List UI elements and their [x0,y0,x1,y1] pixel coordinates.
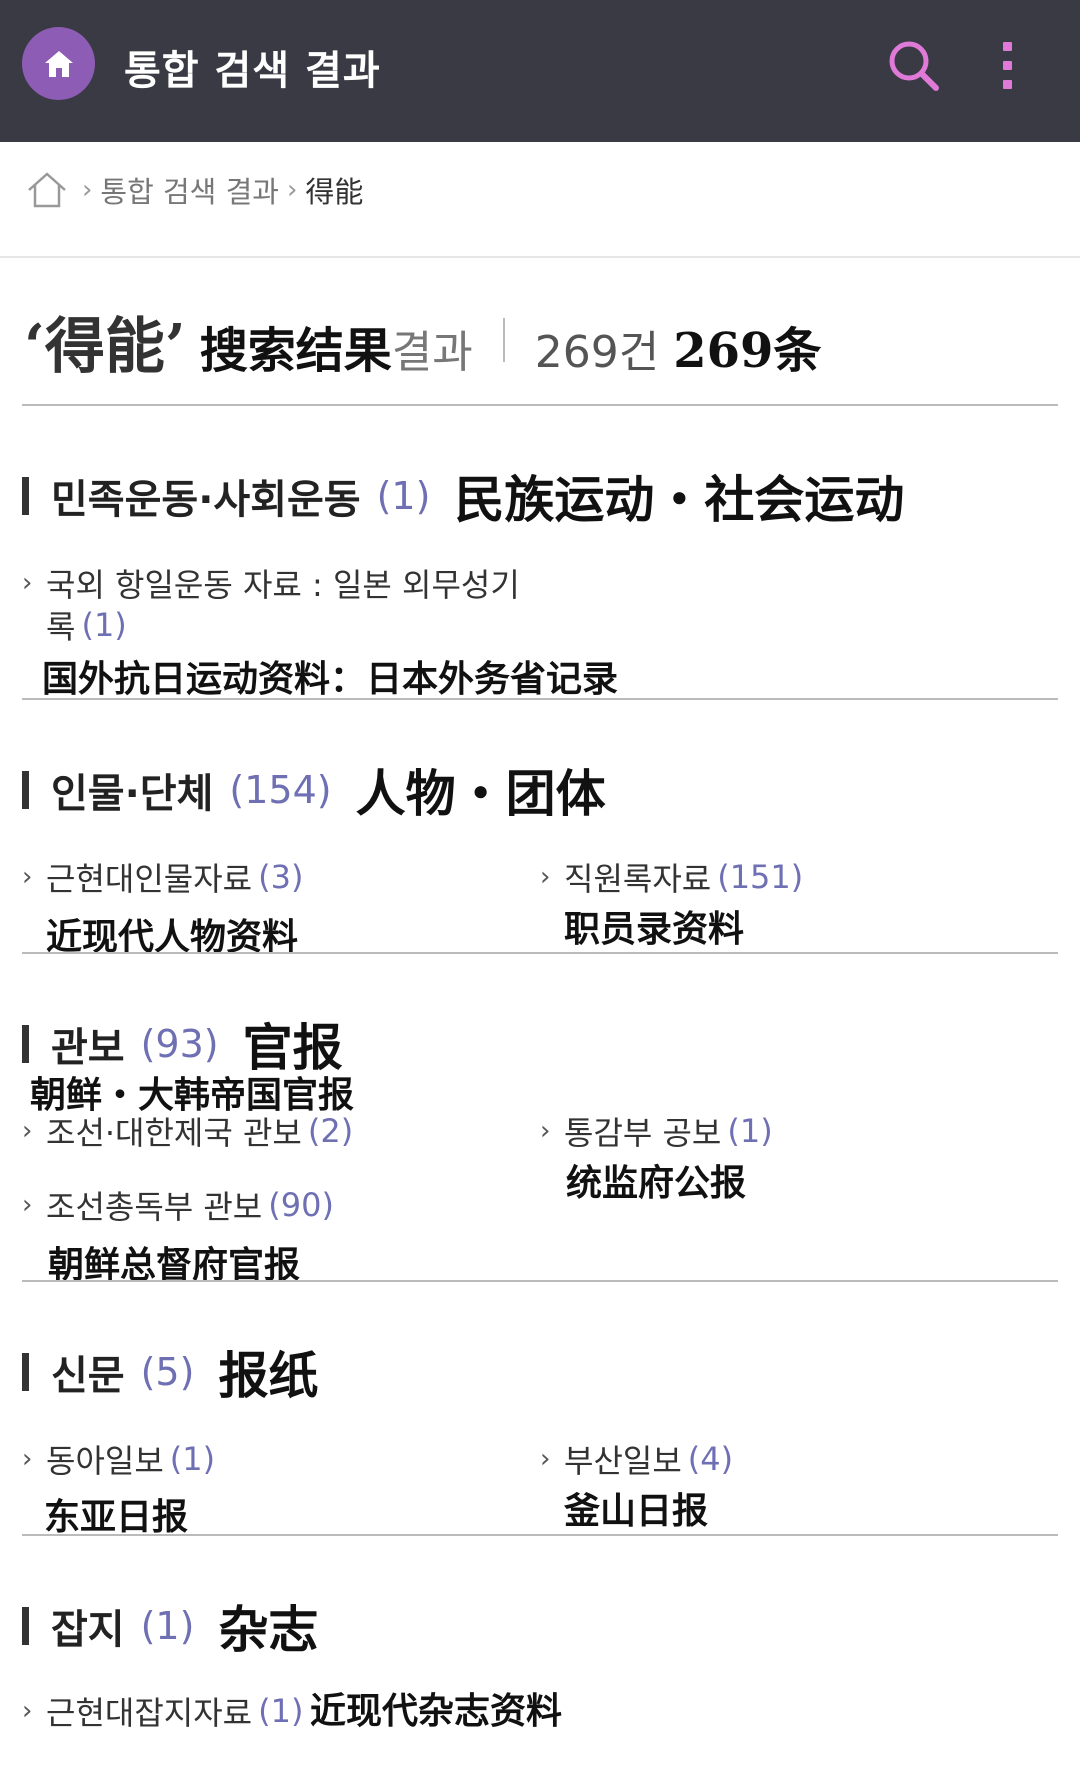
category-item-overseas-independence-cont[interactable]: 록 (1) [46,602,127,648]
home-icon [44,50,73,77]
divider [22,404,1058,406]
category-item-donga-ilbo[interactable]: › 동아일보 (1) [22,1436,215,1482]
item-label-cn: 职员录资料 [564,908,745,950]
result-label-cn: 搜索结果 [199,323,392,379]
chevron-right-icon: › [22,568,33,598]
section-title-kr: 관보 [51,1025,125,1071]
section-count: (1) [376,474,431,518]
item-count: (2) [307,1112,354,1150]
title-divider [502,318,505,362]
category-item-modern-magazines[interactable]: › 근현대잡지자료 (1) [22,1688,303,1734]
chevron-right-icon: › [82,175,93,205]
section-title-kr: 민족운동·사회운동 [51,477,361,523]
item-label: 근현대잡지자료 [46,1694,253,1732]
section-count: (1) [140,1604,195,1648]
section-header-national-movement: 민족운동·사회운동 (1) 民族运动・社会运动 [22,460,904,532]
section-header-magazine: 잡지 (1) 杂志 [22,1590,318,1662]
search-icon [889,41,939,91]
section-title-cn: 人物・团体 [355,764,606,823]
item-label: 조선·대한제국 관보 [46,1114,302,1152]
category-item-staff-roster[interactable]: › 직원록자료 (151) [540,854,803,900]
item-count: (1) [81,606,127,644]
more-vertical-icon [1003,42,1012,89]
more-menu-button[interactable] [995,36,1021,96]
result-count-kr: 269건 [534,327,660,378]
chevron-right-icon: › [22,1696,33,1726]
item-label: 동아일보 [46,1442,164,1480]
category-item-overseas-independence[interactable]: › 국외 항일운동 자료 : 일본 외무성기 [22,560,520,606]
section-bar [22,1025,29,1063]
section-title-cn: 民族运动・社会运动 [454,470,905,529]
item-count: (1) [169,1440,216,1478]
divider [22,952,1058,954]
section-bar [22,1353,29,1391]
chevron-right-icon: › [286,175,298,205]
section-count: (5) [140,1350,195,1394]
home-button[interactable] [22,27,95,100]
category-item-modern-people[interactable]: › 근현대인물자료 (3) [22,854,303,900]
item-label: 근현대인물자료 [46,860,253,898]
category-item-government-general-gazette[interactable]: › 조선총독부 관보 (90) [22,1182,334,1228]
result-title: ‘得能’ 搜索结果 결과 269건 269条 [24,298,821,382]
section-title-cn: 杂志 [218,1600,319,1659]
breadcrumb-home-icon[interactable] [26,170,68,210]
breadcrumb: › 통합 검색 결과 › 得能 [26,166,363,214]
chevron-right-icon: › [22,1116,33,1146]
breadcrumb-current: 得能 [305,175,364,209]
item-label-cn: 东亚日报 [44,1496,189,1538]
section-header-newspaper: 신문 (5) 报纸 [22,1336,318,1408]
chevron-right-icon: › [22,862,33,892]
section-count: (154) [229,768,332,812]
section-bar [22,477,29,515]
item-label-cn: 国外抗日运动资料：日本外务省记录 [42,658,619,700]
app-title: 통합 검색 결과 [124,48,381,94]
item-label-cn: 近现代杂志资料 [310,1690,563,1732]
item-count: (3) [258,858,304,896]
section-title-kr: 잡지 [51,1607,125,1653]
search-button[interactable] [884,36,944,96]
item-label-cn: 统监府公报 [566,1162,747,1204]
section-title-kr: 인물·단체 [51,771,214,817]
item-count: (4) [687,1440,734,1478]
item-count: (1) [258,1692,304,1730]
divider [22,1534,1058,1536]
chevron-right-icon: › [22,1444,33,1474]
item-label: 록 [46,608,76,646]
item-label: 국외 항일운동 자료 : 일본 외무성기 [46,566,520,604]
item-label: 통감부 공보 [564,1114,722,1152]
section-bar [22,1607,29,1645]
divider [0,256,1080,258]
section-bar [22,771,29,809]
item-label: 조선총독부 관보 [46,1188,263,1226]
section-title-cn: 报纸 [218,1346,319,1405]
divider [22,1280,1058,1282]
chevron-right-icon: › [22,1190,33,1220]
divider [22,698,1058,700]
category-item-joseon-gazette[interactable]: › 조선·대한제국 관보 (2) [22,1108,353,1154]
breadcrumb-item-search-results[interactable]: 통합 검색 결과 [100,169,279,211]
chevron-right-icon: › [540,1444,551,1474]
item-count: (151) [717,858,804,896]
category-item-busan-ilbo[interactable]: › 부산일보 (4) [540,1436,733,1482]
app-header: 통합 검색 결과 [0,0,1080,142]
item-label: 직원록자료 [564,860,712,898]
item-count: (90) [268,1186,334,1224]
category-item-residency-general-bulletin[interactable]: › 통감부 공보 (1) [540,1108,773,1154]
item-count: (1) [727,1112,773,1150]
result-label-kr: 결과 [391,327,473,378]
section-title-kr: 신문 [51,1353,125,1399]
result-count-cn: 269条 [673,323,822,379]
item-label: 부산일보 [564,1442,682,1480]
item-label-cn: 釜山日报 [564,1490,709,1532]
chevron-right-icon: › [540,1116,551,1146]
chevron-right-icon: › [540,862,551,892]
search-keyword: ‘得能’ [24,312,186,382]
section-count: (93) [140,1022,219,1066]
section-header-people-groups: 인물·단체 (154) 人物・团体 [22,754,606,826]
